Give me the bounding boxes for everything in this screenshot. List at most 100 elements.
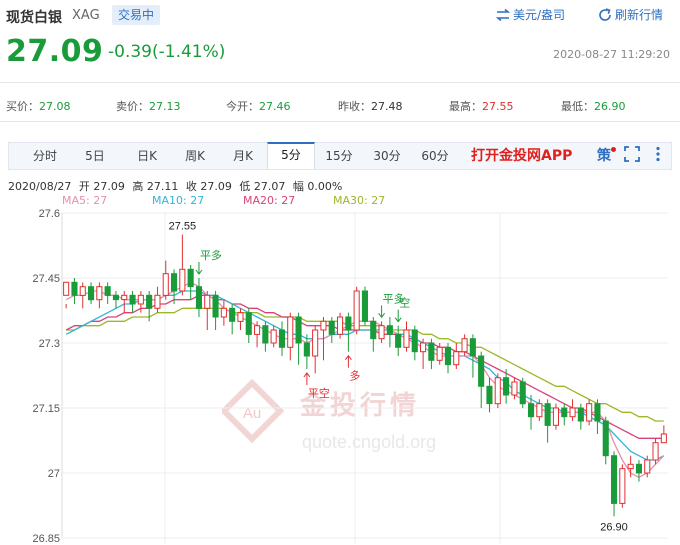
candle-body [171,273,178,292]
candle-body [137,294,144,305]
candle-body [179,268,186,292]
tab-60min[interactable]: 60分 [413,143,457,169]
candle-body [345,316,352,331]
bar-close: 收 27.09 [185,180,232,193]
more-icon[interactable] [650,146,666,166]
candle-body [494,377,501,405]
candle-body [444,346,451,366]
candle-body [478,355,485,387]
status-badge: 交易中 [112,5,161,25]
candle-body [569,407,576,418]
tab-weekly-k[interactable]: 周K [173,143,217,169]
fullscreen-icon[interactable] [622,146,642,166]
tab-15min[interactable]: 15分 [317,143,361,169]
tab-daily-k[interactable]: 日K [125,143,169,169]
candle-body [528,403,535,418]
candle-body [270,329,277,344]
signal-label: 空 [399,296,410,310]
bar-low: 低 27.07 [239,180,286,193]
open-label: 今开： [226,100,259,113]
prev-close-label: 昨收： [338,100,371,113]
price-row: 27.09 -0.39(-1.41%) 2020-08-27 11:29:20 [0,34,680,74]
candle-body [503,377,510,396]
candle-body [544,403,551,426]
candle-body [561,407,568,418]
bar-date: 2020/08/27 [8,180,72,193]
unit-switch-link[interactable]: 美元/盎司 [495,7,565,23]
candle-body [619,468,626,504]
strategy-icon[interactable]: 策 [593,146,616,166]
candle-body [79,286,86,296]
quote-timestamp: 2020-08-27 11:29:20 [553,48,670,61]
refresh-link[interactable]: 刷新行情 [598,7,663,23]
candle-body [96,286,103,301]
candle-body [635,463,643,474]
tab-monthly-k[interactable]: 月K [221,143,265,169]
ask-label: 卖价： [116,100,149,113]
candle-body [112,294,120,301]
strategy-label: 策 [597,148,611,164]
candle-body [220,307,227,318]
last-price: 27.09 [6,34,104,69]
refresh-icon [599,8,611,21]
kline-chart[interactable]: 27.6 27.45 27.3 27.15 27 26.85 27.55 26.90 平多平空 多… [0,205,680,545]
candle-body [328,320,335,335]
candle-body [469,338,476,357]
candle-body [453,351,460,366]
candle-body [428,342,435,361]
bid-quote: 买价：27.08 [6,98,71,114]
candle-body [577,407,584,422]
candle-body [536,403,543,418]
candle-body [594,403,601,422]
candle-body [461,338,468,353]
low-quote: 最低：26.90 [561,98,626,114]
low-value: 26.90 [594,100,626,113]
signal-label: 平多 [200,248,222,262]
instrument-name: 现货白银 [6,10,62,26]
candle-body [370,320,377,340]
open-quote: 今开：27.46 [226,98,291,114]
bid-value: 27.08 [39,100,71,113]
bar-high: 高 27.11 [132,180,179,193]
open-value: 27.46 [259,100,291,113]
tab-30min[interactable]: 30分 [365,143,409,169]
candle-body [411,329,418,353]
candle-body [71,281,78,296]
price-change: -0.39(-1.41%) [108,42,226,62]
more-glyph [656,146,660,162]
tab-5min[interactable]: 5分 [267,142,315,169]
y-tick-label: 26.85 [32,533,60,545]
tab-timeshare[interactable]: 分时 [25,143,65,169]
candle-body [386,325,393,335]
ohlc-info: 2020/08/27 开 27.09 高 27.11 收 27.09 低 27.… [8,178,346,194]
candle-body [660,433,667,444]
high-label: 最高： [449,100,482,113]
notification-dot [611,147,616,152]
quote-header: 现货白银 XAG 交易中 美元/盎司 刷新行情 [0,0,680,30]
bar-amplitude: 幅 0.00% [292,180,343,193]
open-app-link[interactable]: 打开金投网APP [471,144,572,168]
candle-body [204,294,211,309]
candle-body [586,403,593,422]
candle-body [511,381,518,396]
candle-body [611,455,618,504]
candle-body [337,316,344,335]
candle-body [312,329,319,357]
bid-label: 买价： [6,100,39,113]
candle-body [644,459,651,474]
instrument-code: XAG [72,8,100,23]
prev-close-value: 27.48 [371,100,403,113]
low-label: 最低： [561,100,594,113]
candle-body [486,385,493,405]
period-tabs: 分时 5日 日K 周K 月K 5分 15分 30分 60分 打开金投网APP 策 [8,142,672,170]
candle-body [195,286,202,309]
candle-body [602,420,609,457]
candle-body [652,442,659,461]
candle-body [295,316,302,344]
candle-body [262,325,269,344]
candle-body [552,407,560,426]
tab-5day[interactable]: 5日 [75,143,115,169]
candle-body [303,342,310,357]
candle-body [278,329,285,348]
fullscreen-glyph [624,146,640,162]
